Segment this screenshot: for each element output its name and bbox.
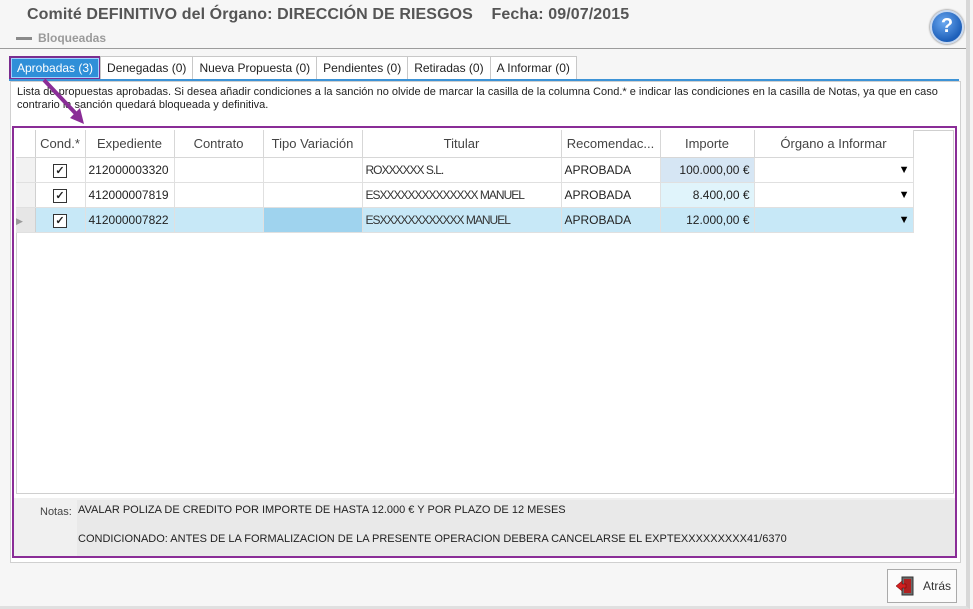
subtitle: Bloqueadas (38, 31, 107, 45)
title-text: Comité DEFINITIVO del Órgano: DIRECCIÓN … (27, 6, 473, 23)
date-text: Fecha: 09/07/2015 (491, 6, 630, 23)
tab-aprobadas[interactable]: Aprobadas (3) (9, 56, 102, 80)
back-button-label: Atrás (923, 579, 952, 593)
tab-bar: Aprobadas (3) Denegadas (0) Nueva Propue… (9, 56, 577, 80)
question-mark-icon: ? (940, 15, 954, 37)
annotation-arrow-icon (42, 78, 84, 124)
tab-a-informar[interactable]: A Informar (0) (489, 56, 577, 79)
tab-pendientes[interactable]: Pendientes (0) (316, 56, 409, 79)
annotation-highlight-box (12, 126, 957, 558)
info-text: Lista de propuestas aprobadas. Si desea … (17, 86, 938, 111)
back-button[interactable]: Atrás (887, 569, 957, 603)
help-button[interactable]: ? (930, 10, 964, 44)
exit-door-icon (895, 576, 914, 596)
tab-denegadas[interactable]: Denegadas (0) (100, 56, 194, 79)
page-title: Comité DEFINITIVO del Órgano: DIRECCIÓN … (27, 6, 629, 24)
subtitle-dash (16, 37, 32, 40)
tab-nueva-propuesta[interactable]: Nueva Propuesta (0) (192, 56, 318, 79)
tab-retiradas[interactable]: Retiradas (0) (407, 56, 491, 79)
header-divider (0, 48, 966, 49)
